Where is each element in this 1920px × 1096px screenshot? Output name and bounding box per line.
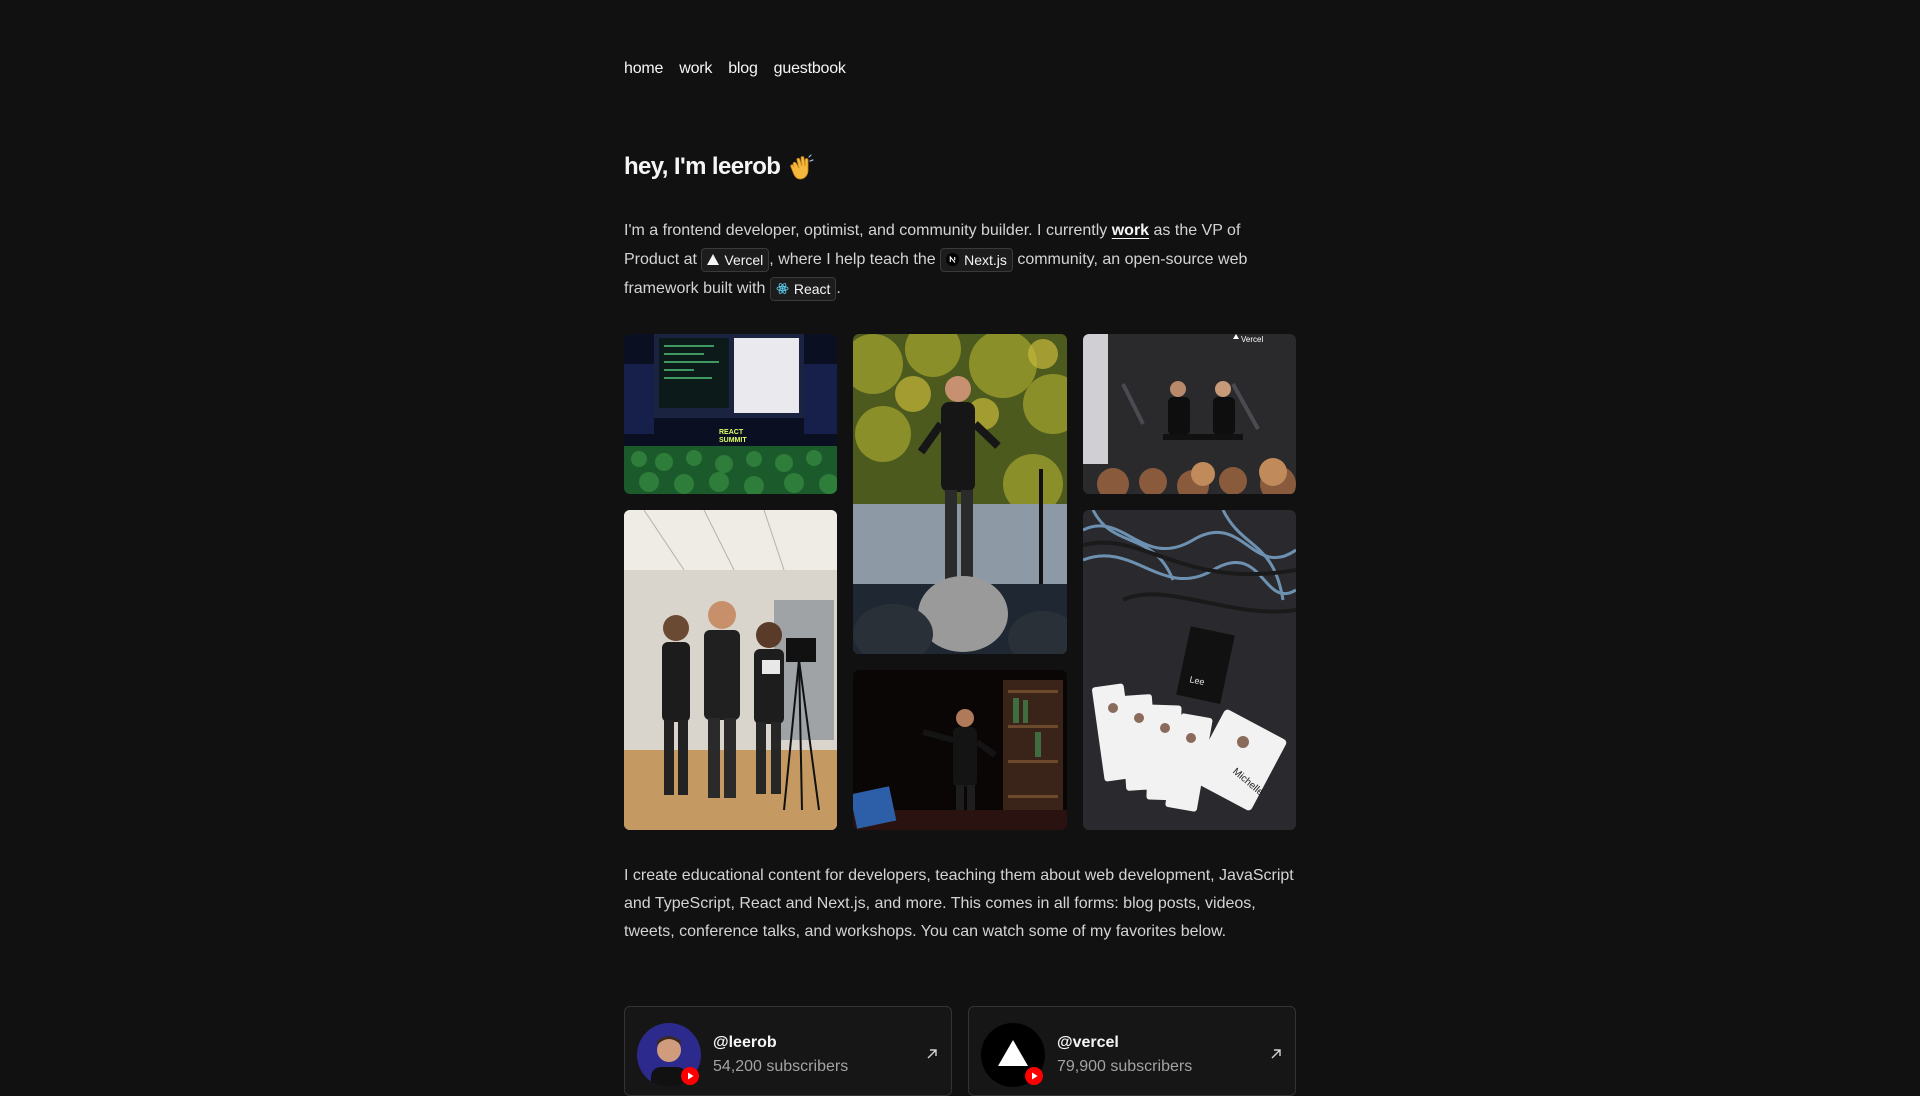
intro-paragraph: I'm a frontend developer, optimist, and … [624,216,1296,303]
photo-grid: REACT SUMMIT Vercel Lee Michelle [624,334,1296,830]
top-nav: home work blog guestbook [624,60,846,78]
intro-text-5: . [836,280,841,297]
channel-card-leerob[interactable]: @leerob 54,200 subscribers [624,1006,952,1096]
work-link[interactable]: work [1112,222,1149,239]
page-title: hey, I'm leerob [624,153,814,181]
channel-handle: @vercel [1057,1034,1119,1051]
channel-subscribers: 79,900 subscribers [1057,1058,1193,1075]
vercel-triangle-icon [707,254,720,266]
nextjs-badge-label: Next.js [964,251,1007,268]
page-title-text: hey, I'm leerob [624,153,781,180]
photo-theater-talk [853,670,1067,830]
photo-react-summit-stage: REACT SUMMIT [624,334,837,494]
photo-outdoor-talk [853,334,1067,654]
channel-card-vercel[interactable]: @vercel 79,900 subscribers [968,1006,1296,1096]
react-badge-label: React [793,280,831,297]
react-logo-icon [776,282,789,295]
react-badge[interactable]: React [769,276,837,301]
nextjs-badge[interactable]: Next.js [940,247,1013,272]
external-link-arrow-icon [1269,1047,1283,1061]
youtube-channels: @leerob 54,200 subscribers @vercel 79,90… [624,1006,1296,1096]
nextjs-logo-icon [946,253,960,267]
content-paragraph: I create educational content for develop… [624,867,1294,940]
nav-guestbook[interactable]: guestbook [774,60,846,78]
svg-text:Vercel: Vercel [1241,335,1263,344]
intro-text-1: I'm a frontend developer, optimist, and … [624,222,1112,239]
nav-home[interactable]: home [624,60,663,78]
vercel-badge[interactable]: Vercel [701,247,770,272]
photo-studio-group [624,510,837,830]
svg-text:SUMMIT: SUMMIT [719,437,747,444]
nav-blog[interactable]: blog [728,60,758,78]
external-link-arrow-icon [925,1047,939,1061]
svg-text:REACT: REACT [719,429,744,436]
photo-vercel-fireside: Vercel [1083,334,1296,494]
main-column: home work blog guestbook hey, I'm leerob… [624,0,1296,1096]
channel-handle: @leerob [713,1034,777,1051]
vercel-badge-label: Vercel [724,251,764,268]
youtube-icon [1025,1067,1043,1085]
photo-conference-badges: Lee Michelle [1083,510,1296,830]
nav-work[interactable]: work [679,60,712,78]
channel-subscribers: 54,200 subscribers [713,1058,849,1075]
youtube-icon [681,1067,699,1085]
intro-text-3: , where I help teach the [769,251,941,268]
waving-hand-icon [788,153,814,181]
